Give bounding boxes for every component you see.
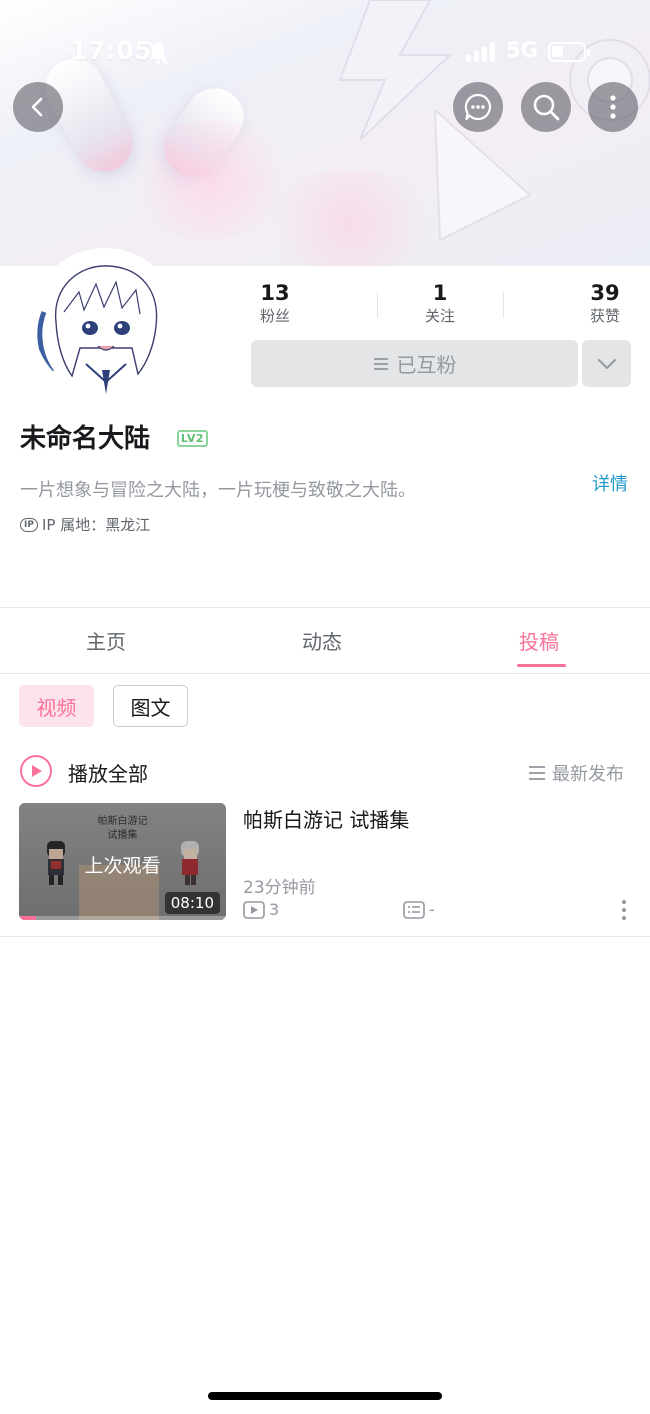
play-count-value: 3 bbox=[269, 900, 280, 919]
stat-following[interactable]: 1 关注 bbox=[400, 280, 480, 326]
status-time: 17:05 bbox=[70, 36, 153, 65]
filter-chip-video[interactable]: 视频 bbox=[19, 685, 94, 727]
message-button[interactable] bbox=[453, 82, 503, 132]
stat-likes[interactable]: 39 获赞 bbox=[565, 280, 645, 326]
video-title[interactable]: 帕斯白游记 试播集 bbox=[243, 804, 409, 833]
tab-submissions[interactable]: 投稿 bbox=[519, 626, 559, 655]
video-thumbnail[interactable]: 帕斯白游记 试播集 上次观看 08:10 bbox=[19, 803, 226, 920]
status-bar: 17:05 5G bbox=[0, 28, 650, 78]
ip-badge-icon: IP bbox=[20, 517, 38, 532]
watch-progress-bar bbox=[19, 916, 226, 920]
signal-icon bbox=[466, 42, 495, 62]
profile-stats: 13 粉丝 1 关注 39 获赞 bbox=[250, 280, 630, 330]
follow-button-label: 已互粉 bbox=[396, 353, 457, 377]
stat-value: 13 bbox=[260, 281, 290, 305]
danmaku-icon bbox=[403, 900, 425, 919]
sort-button[interactable]: 最新发布 bbox=[528, 760, 624, 786]
more-options-button[interactable] bbox=[588, 82, 638, 132]
divider bbox=[503, 292, 504, 318]
detail-link[interactable]: 详情 bbox=[592, 470, 628, 496]
play-icon bbox=[32, 765, 42, 777]
network-type: 5G bbox=[506, 38, 538, 62]
tab-home[interactable]: 主页 bbox=[86, 626, 126, 655]
tab-dynamics[interactable]: 动态 bbox=[302, 626, 342, 655]
stat-label: 关注 bbox=[424, 307, 455, 325]
divider bbox=[0, 607, 650, 608]
avatar-illustration bbox=[34, 252, 176, 394]
stat-value: 1 bbox=[432, 281, 448, 305]
video-duration: 08:10 bbox=[164, 892, 220, 914]
back-icon bbox=[31, 97, 43, 117]
stat-value: 39 bbox=[590, 281, 620, 305]
battery-icon bbox=[548, 42, 590, 62]
divider bbox=[0, 936, 650, 937]
play-all-icon[interactable] bbox=[20, 755, 52, 787]
comment-count: - bbox=[403, 900, 435, 919]
video-publish-time: 23分钟前 bbox=[243, 878, 316, 898]
divider bbox=[377, 292, 378, 318]
stat-fans[interactable]: 13 粉丝 bbox=[235, 280, 315, 326]
bell-off-icon bbox=[148, 41, 168, 65]
level-badge: LV2 bbox=[177, 430, 208, 447]
more-vertical-icon bbox=[610, 95, 616, 119]
video-more-button[interactable] bbox=[614, 896, 634, 924]
home-indicator bbox=[208, 1392, 442, 1400]
message-icon bbox=[464, 93, 492, 121]
mutual-follow-button[interactable]: 已互粉 bbox=[251, 340, 578, 387]
divider bbox=[0, 673, 650, 674]
chevron-down-icon bbox=[597, 358, 616, 369]
play-all-button[interactable]: 播放全部 bbox=[68, 758, 148, 787]
menu-lines-icon bbox=[373, 357, 388, 370]
profile-bio: 一片想象与冒险之大陆，一片玩梗与致敬之大陆。 bbox=[20, 480, 416, 501]
last-watched-label: 上次观看 bbox=[84, 855, 161, 877]
comment-count-value: - bbox=[429, 900, 435, 919]
active-tab-indicator bbox=[517, 664, 566, 667]
search-button[interactable] bbox=[521, 82, 571, 132]
search-icon bbox=[533, 94, 560, 121]
play-count-icon bbox=[243, 900, 265, 919]
sort-lines-icon bbox=[529, 766, 545, 780]
play-count: 3 bbox=[243, 900, 279, 919]
sort-label: 最新发布 bbox=[552, 764, 624, 785]
back-button[interactable] bbox=[13, 82, 63, 132]
filter-chip-article[interactable]: 图文 bbox=[113, 685, 188, 727]
stat-label: 获赞 bbox=[589, 307, 620, 325]
ip-location: IP IP 属地：黑龙江 bbox=[20, 514, 150, 535]
profile-name: 未命名大陆 bbox=[20, 424, 151, 454]
follow-dropdown-button[interactable] bbox=[582, 340, 631, 387]
ip-location-text: IP 属地：黑龙江 bbox=[41, 516, 151, 534]
stat-label: 粉丝 bbox=[259, 307, 290, 325]
avatar[interactable] bbox=[30, 248, 180, 398]
